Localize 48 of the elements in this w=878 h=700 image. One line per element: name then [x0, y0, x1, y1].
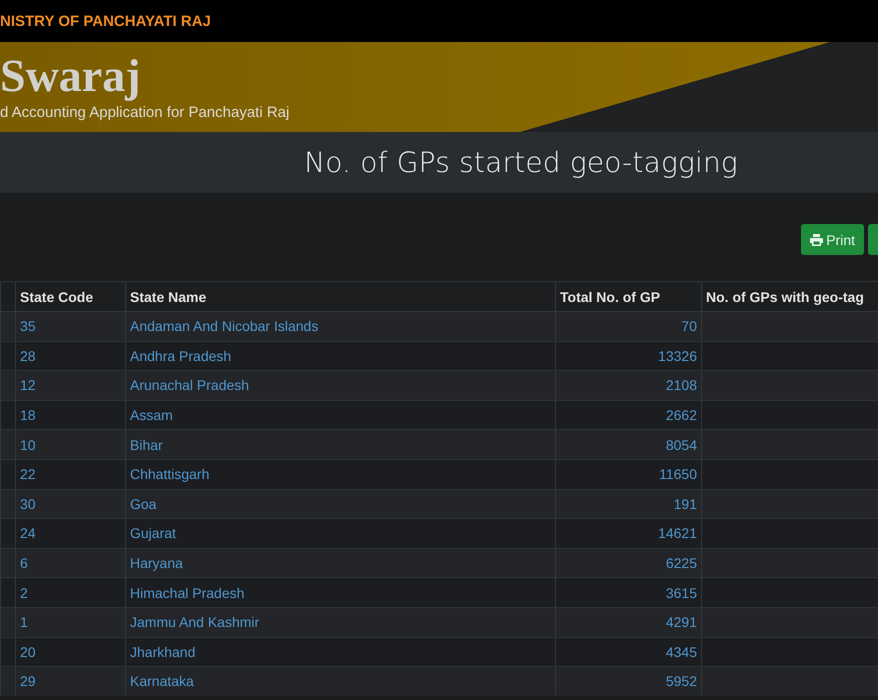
column-header[interactable]: Total No. of GP [556, 282, 702, 312]
app-title: Swaraj [0, 52, 141, 100]
state-name-link[interactable]: Bihar [130, 436, 163, 453]
total-gp-link[interactable]: 4291 [666, 614, 697, 630]
state-name-link[interactable]: Assam [130, 407, 173, 424]
state-name-link[interactable]: Himachal Pradesh [130, 584, 244, 601]
state-name-link[interactable]: Gujarat [130, 525, 176, 542]
state-code[interactable]: 12 [20, 377, 36, 394]
total-gp-link[interactable]: 13326 [658, 348, 697, 364]
state-code[interactable]: 6 [20, 555, 28, 572]
column-header[interactable]: State Name [126, 282, 556, 312]
total-gp-link[interactable]: 3615 [666, 584, 697, 601]
state-code[interactable]: 28 [20, 348, 36, 364]
state-name-link[interactable]: Goa [130, 496, 156, 512]
total-gp-link[interactable]: 11650 [659, 466, 697, 482]
state-name-link[interactable]: Jharkhand [130, 644, 196, 660]
state-name-link[interactable]: Andhra Pradesh [130, 348, 232, 364]
state-code[interactable]: 22 [20, 466, 36, 482]
page-title: No. of GPs started geo-tagging [304, 146, 738, 178]
total-gp-link[interactable]: 5952 [666, 673, 697, 690]
state-code[interactable]: 35 [20, 318, 36, 334]
state-name-link[interactable]: Jammu And Kashmir [130, 614, 260, 630]
ministry-title: NISTRY OF PANCHAYATI RAJ [0, 12, 211, 30]
total-gp-link[interactable]: 70 [681, 318, 697, 334]
column-header[interactable]: State Code [16, 282, 126, 312]
state-name-link[interactable]: Haryana [130, 555, 183, 572]
print-button[interactable]: Print [801, 224, 864, 255]
state-code[interactable]: 30 [20, 496, 36, 512]
state-name-link[interactable]: Chhattisgarh [130, 466, 210, 482]
total-gp-link[interactable]: 14621 [658, 525, 697, 542]
total-gp-link[interactable]: 2662 [666, 407, 697, 424]
state-code[interactable]: 24 [20, 525, 36, 542]
total-gp-link[interactable]: 191 [674, 496, 697, 512]
total-gp-link[interactable]: 2108 [666, 377, 697, 394]
state-code[interactable]: 20 [20, 644, 36, 660]
state-code[interactable]: 18 [20, 407, 36, 424]
state-name-link[interactable]: Arunachal Pradesh [130, 377, 250, 394]
state-name-link[interactable]: Karnataka [130, 673, 194, 690]
printer-icon [810, 234, 824, 246]
state-code[interactable]: 29 [20, 673, 36, 690]
state-code[interactable]: 10 [20, 436, 36, 453]
total-gp-link[interactable]: 8054 [666, 436, 697, 453]
state-code[interactable]: 2 [20, 584, 28, 601]
column-header[interactable]: No. of GPs with geo-tag [702, 282, 878, 312]
state-code[interactable]: 1 [20, 614, 28, 630]
app-subtitle: d Accounting Application for Panchayati Raj [0, 104, 290, 121]
total-gp-link[interactable]: 4345 [666, 644, 697, 660]
total-gp-link[interactable]: 6225 [666, 555, 697, 572]
